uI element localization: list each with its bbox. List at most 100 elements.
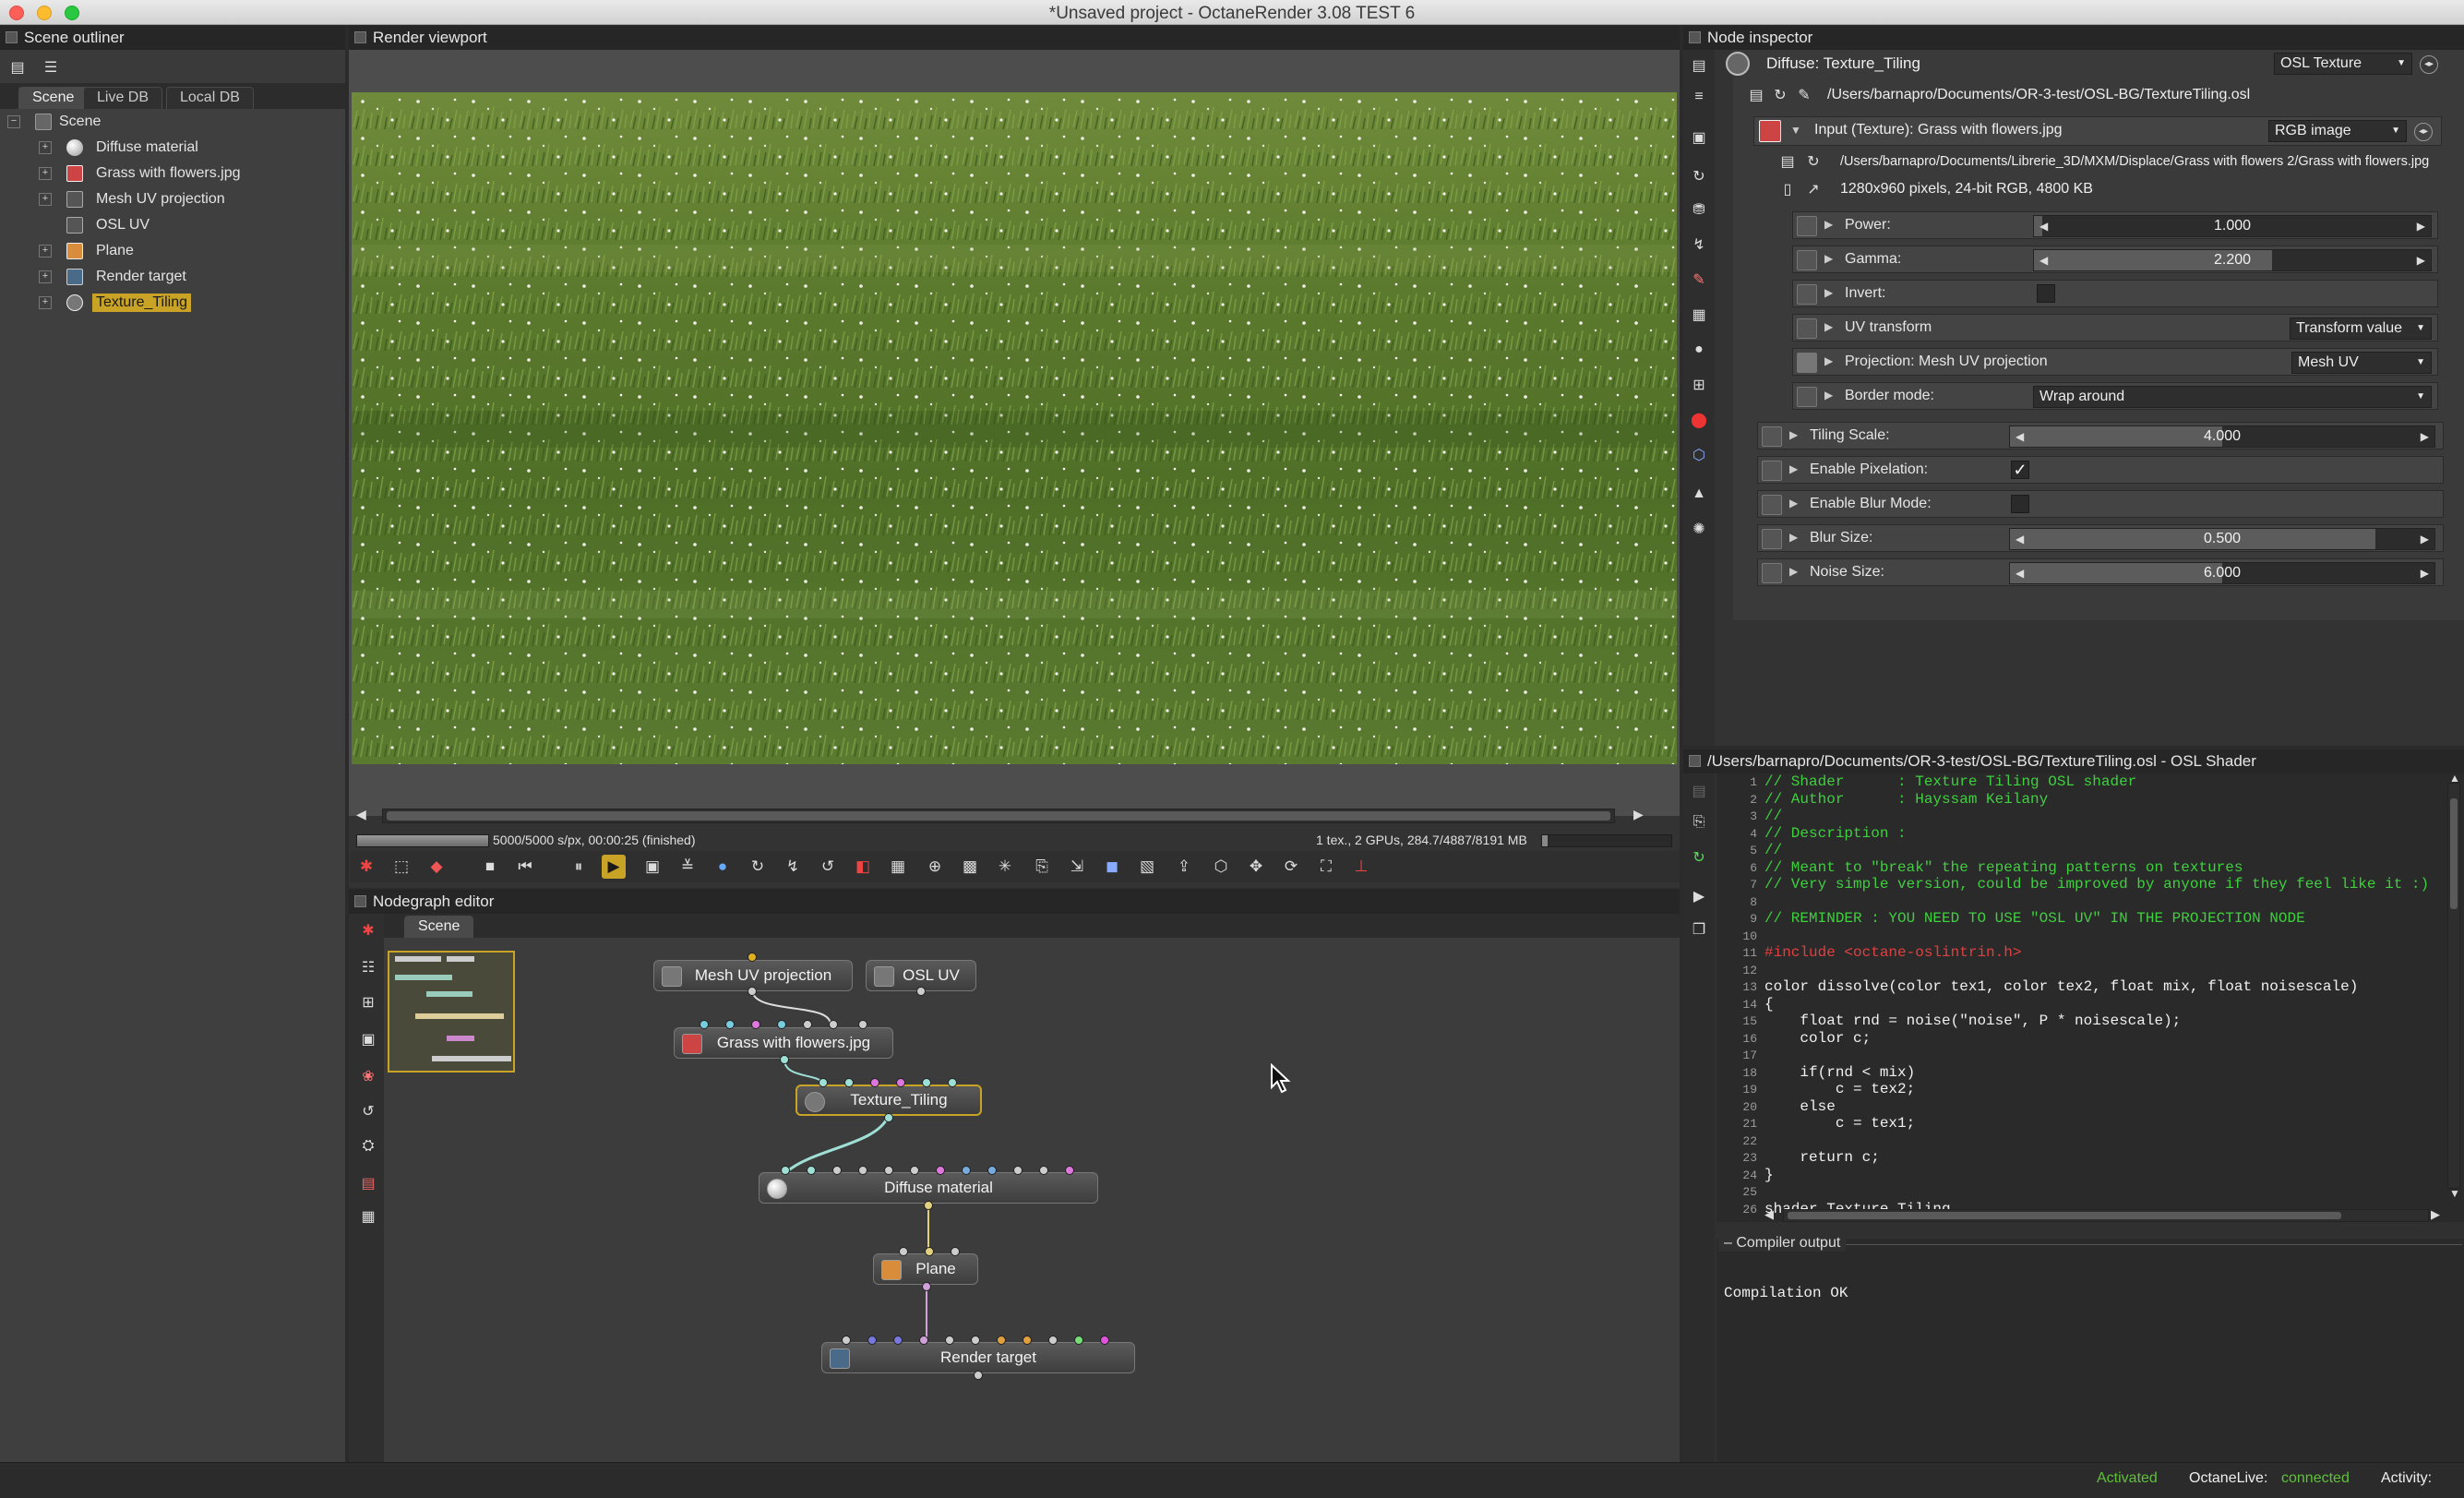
inspector-image-icon[interactable]: ▲ — [1687, 482, 1711, 506]
inspector-mesh-icon[interactable]: ↻ — [1687, 164, 1711, 188]
node-port[interactable] — [916, 987, 926, 996]
node-texture-icon[interactable]: ↺ — [356, 1099, 380, 1123]
region-render-icon[interactable]: ⬚ — [389, 855, 413, 879]
panel-grip-icon[interactable] — [6, 31, 18, 43]
inspector-camera-icon[interactable]: ▣ — [1687, 126, 1711, 150]
node-grass-texture[interactable]: Grass with flowers.jpg — [674, 1027, 893, 1059]
node-port[interactable] — [899, 1247, 908, 1256]
gamma-slider[interactable]: ◀ 2.200 ▶ — [2033, 249, 2432, 271]
inspector-pin-icon[interactable]: ▤ — [1687, 54, 1711, 78]
expand-arrow-icon[interactable]: ▶ — [1824, 252, 1833, 265]
node-type-dropdown[interactable]: OSL Texture ▼ — [2274, 53, 2412, 75]
outliner-options-icon[interactable]: ☰ — [39, 55, 63, 79]
node-type-menu-icon[interactable]: ◂▸ — [2420, 55, 2438, 74]
tiling-scale-slider[interactable]: ◀ 4.000 ▶ — [2009, 425, 2435, 448]
node-port[interactable] — [925, 1247, 934, 1256]
tree-row-texture-tiling[interactable]: + Texture_Tiling — [0, 290, 345, 316]
code-line[interactable]: 1 // Shader : Texture Tiling OSL shader — [1716, 773, 2136, 791]
viewport-scroll-thumb[interactable] — [387, 811, 1610, 821]
render-passes-icon[interactable]: ◼ — [1100, 855, 1124, 879]
code-line[interactable]: 11 #include <octane-oslintrin.h> — [1716, 944, 2021, 962]
code-line[interactable]: 14 { — [1716, 996, 1773, 1013]
panel-grip-icon[interactable] — [354, 895, 366, 907]
pixelation-checkbox[interactable]: ✓ — [2011, 461, 2029, 479]
code-line[interactable]: 9 // REMINDER : YOU NEED TO USE "OSL UV" … — [1716, 910, 2305, 928]
expand-arrow-icon[interactable]: ▶ — [1789, 462, 1798, 475]
increment-arrow-icon[interactable]: ▶ — [2421, 533, 2429, 545]
node-port[interactable] — [919, 1336, 928, 1345]
node-port[interactable] — [910, 1166, 919, 1175]
node-table-icon[interactable]: ▦ — [356, 1204, 380, 1228]
expand-icon[interactable]: + — [39, 193, 52, 206]
power-slider[interactable]: ◀ 1.000 ▶ — [2033, 215, 2432, 237]
code-line[interactable]: 12 — [1716, 962, 1764, 979]
node-port[interactable] — [1100, 1336, 1109, 1345]
invert-checkbox[interactable] — [2037, 284, 2055, 303]
code-line[interactable]: 4 // Description : — [1716, 825, 1906, 843]
uv-transform-dropdown[interactable]: Transform value ▼ — [2290, 318, 2432, 340]
expand-arrow-icon[interactable]: ▶ — [1789, 428, 1798, 441]
expand-icon[interactable]: + — [39, 245, 52, 258]
tree-row-scene-root[interactable]: − Scene — [0, 109, 345, 135]
node-port[interactable] — [962, 1166, 971, 1175]
clay-mode-icon[interactable]: ↯ — [781, 855, 805, 879]
render-image[interactable] — [352, 92, 1677, 764]
color-picker-icon[interactable]: ◆ — [425, 855, 449, 879]
node-port[interactable] — [700, 1020, 709, 1029]
code-line[interactable]: 3 // — [1716, 808, 1782, 825]
restart-render-icon[interactable]: ⏮ — [513, 855, 537, 879]
color-channels-icon[interactable]: ● — [711, 855, 735, 879]
increment-arrow-icon[interactable]: ▶ — [2417, 220, 2425, 233]
node-camera-icon[interactable]: ▣ — [356, 1027, 380, 1051]
tree-row-grass-texture[interactable]: + Grass with flowers.jpg — [0, 161, 345, 186]
code-hscroll-thumb[interactable] — [1788, 1212, 2341, 1219]
param-tiling-scale[interactable]: ▶ Tiling Scale: ◀ 4.000 ▶ — [1757, 422, 2444, 449]
node-port[interactable] — [922, 1282, 931, 1291]
real-time-icon[interactable]: ▣ — [640, 855, 664, 879]
node-port[interactable] — [867, 1336, 877, 1345]
code-vertical-scrollbar[interactable] — [2447, 783, 2460, 1189]
node-port[interactable] — [1023, 1336, 1032, 1345]
node-port[interactable] — [936, 1166, 945, 1175]
node-port[interactable] — [780, 1055, 789, 1064]
increment-arrow-icon[interactable]: ▶ — [2417, 254, 2425, 267]
denoiser-icon[interactable]: ▧ — [1135, 855, 1159, 879]
code-line[interactable]: 8 — [1716, 893, 1764, 911]
node-port[interactable] — [948, 1078, 957, 1087]
code-line[interactable]: 6 // Meant to "break" the repeating patte… — [1716, 859, 2243, 877]
blur-size-slider[interactable]: ◀ 0.500 ▶ — [2009, 528, 2435, 550]
expand-icon[interactable]: + — [39, 141, 52, 154]
render-settings-icon[interactable]: ≚ — [676, 855, 700, 879]
panel-grip-icon[interactable] — [354, 31, 366, 43]
code-line[interactable]: 2 // Author : Hayssam Keilany — [1716, 791, 2048, 809]
node-port[interactable] — [896, 1078, 905, 1087]
viewport-scroll-right-arrow[interactable]: ▶ — [1633, 807, 1644, 822]
param-noise-size[interactable]: ▶ Noise Size: ◀ 6.000 ▶ — [1757, 558, 2444, 586]
node-port[interactable] — [829, 1020, 838, 1029]
code-line[interactable]: 20 else — [1716, 1098, 1835, 1116]
param-power[interactable]: ▶ Power: ◀ 1.000 ▶ — [1792, 211, 2438, 239]
node-grid-icon[interactable]: ⊞ — [356, 990, 380, 1014]
code-line[interactable]: 5 // — [1716, 842, 1782, 859]
viewport-horizontal-scrollbar[interactable] — [382, 809, 1615, 823]
expand-icon[interactable]: + — [39, 167, 52, 180]
status-octanelive-value[interactable]: connected — [2281, 1470, 2350, 1487]
code-line[interactable]: 21 c = tex1; — [1716, 1115, 1915, 1132]
expand-arrow-icon[interactable]: ▶ — [1824, 218, 1833, 231]
file-load-icon[interactable]: ▤ — [1746, 85, 1766, 105]
expand-arrow-icon[interactable]: ▶ — [1789, 497, 1798, 509]
nodegraph-minimap[interactable] — [388, 951, 515, 1073]
node-port[interactable] — [870, 1078, 879, 1087]
film-region-icon[interactable]: ▦ — [886, 855, 910, 879]
shader-copy-icon[interactable]: ❐ — [1687, 917, 1711, 941]
lock-viewport-icon[interactable]: ↻ — [746, 855, 770, 879]
tree-row-render-target[interactable]: + Render target — [0, 264, 345, 290]
zoom-icon[interactable]: ⊕ — [923, 855, 947, 879]
param-enable-blur-mode[interactable]: ▶ Enable Blur Mode: — [1757, 490, 2444, 518]
code-line[interactable]: 23 return c; — [1716, 1149, 1879, 1167]
node-emission-icon[interactable]: ▤ — [356, 1171, 380, 1195]
node-port[interactable] — [844, 1078, 854, 1087]
inspector-light-icon[interactable]: ✺ — [1687, 517, 1711, 541]
increment-arrow-icon[interactable]: ▶ — [2421, 430, 2429, 443]
decal-icon[interactable]: ◧ — [851, 855, 875, 879]
